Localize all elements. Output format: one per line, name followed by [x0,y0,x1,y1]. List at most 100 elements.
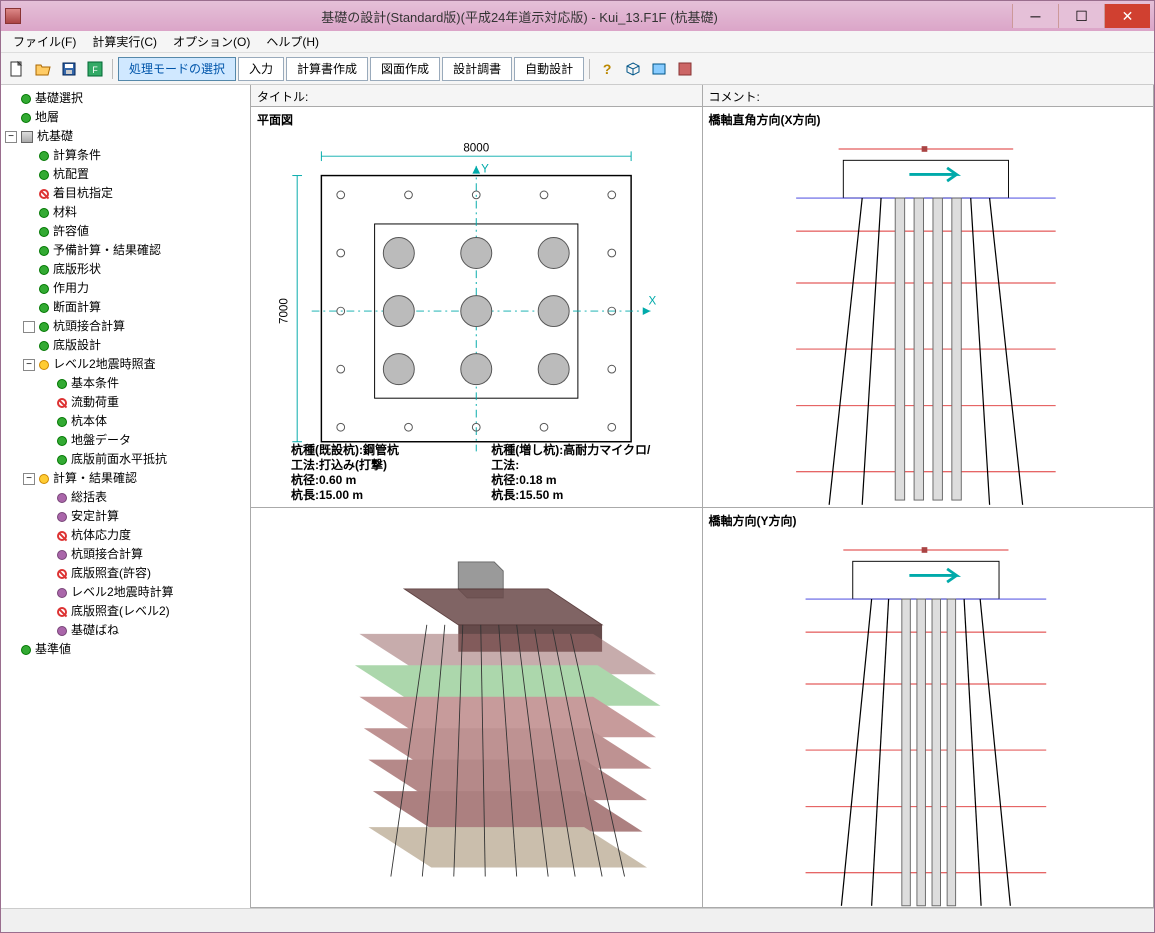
close-button[interactable]: ✕ [1104,4,1150,28]
export-icon[interactable]: F [83,57,107,81]
tree-item[interactable]: 杭本体 [41,412,246,431]
tree-item[interactable]: 作用力 [23,279,246,298]
auto-design-button[interactable]: 自動設計 [514,57,584,81]
toolbar-separator [112,59,113,79]
tree-item[interactable]: 許容値 [23,222,246,241]
side-x-title: 橋軸直角方向(X方向) [703,107,1154,132]
bullet-icon [57,550,67,560]
drawing-button[interactable]: 図面作成 [370,57,440,81]
menu-option[interactable]: オプション(O) [165,31,258,52]
svg-text:F: F [92,65,98,75]
tree-item[interactable]: 底版照査(許容) [41,564,246,583]
menu-file[interactable]: ファイル(F) [5,31,84,52]
bullet-icon [39,360,49,370]
prohibit-icon [57,531,67,541]
save-file-icon[interactable] [57,57,81,81]
open-file-icon[interactable] [31,57,55,81]
tree-item[interactable]: 材料 [23,203,246,222]
tree-item[interactable]: 杭体応力度 [41,526,246,545]
input-button[interactable]: 入力 [238,57,284,81]
report-button[interactable]: 計算書作成 [286,57,368,81]
tree-item[interactable]: 杭頭接合計算 [41,545,246,564]
view-grid: 平面図 8000 7000 Y X [251,107,1154,908]
toolbar-separator [589,59,590,79]
bullet-icon [57,417,67,427]
method-existing: 工法:打込み(打撃) [291,458,491,473]
tree-item[interactable]: 基礎選択 [5,89,246,108]
bullet-icon [39,227,49,237]
dia-added: 杭径:0.18 m [491,473,691,488]
menu-help[interactable]: ヘルプ(H) [258,31,327,52]
tree-item[interactable]: 杭頭接合計算 [23,317,246,336]
bullet-icon [57,493,67,503]
tree-panel[interactable]: 基礎選択 地層 −杭基礎 計算条件 杭配置 着目杭指定 材料 許容値 予備計算・… [1,85,251,908]
side-x-drawing [703,132,1154,508]
tree-item[interactable]: 杭配置 [23,165,246,184]
tree-item[interactable]: 着目杭指定 [23,184,246,203]
tree-item[interactable]: 断面計算 [23,298,246,317]
view-icon[interactable] [647,57,671,81]
tree-item[interactable]: 地盤データ [41,431,246,450]
tree-item[interactable]: −計算・結果確認 [23,469,246,488]
tree-item[interactable]: −レベル2地震時照査 [23,355,246,374]
cube-icon[interactable] [621,57,645,81]
view-headers: タイトル: コメント: [251,85,1154,107]
bullet-icon [57,626,67,636]
new-file-icon[interactable] [5,57,29,81]
side-y-drawing [703,533,1154,909]
bullet-icon [39,474,49,484]
tree-item[interactable]: 安定計算 [41,507,246,526]
tree-item[interactable]: 地層 [5,108,246,127]
bullet-icon [57,436,67,446]
collapse-icon[interactable]: − [23,473,35,485]
prohibit-icon [57,607,67,617]
plan-view[interactable]: 平面図 8000 7000 Y X [251,107,703,508]
tree-item[interactable]: 流動荷重 [41,393,246,412]
maximize-button[interactable]: ☐ [1058,4,1104,28]
tree-item[interactable]: 底版設計 [23,336,246,355]
nav-tree: 基礎選択 地層 −杭基礎 計算条件 杭配置 着目杭指定 材料 許容値 予備計算・… [5,89,246,659]
tree-item[interactable]: 底版形状 [23,260,246,279]
prohibit-icon [57,398,67,408]
svg-text:7000: 7000 [278,298,291,324]
tree-item[interactable]: 総括表 [41,488,246,507]
tree-item[interactable]: −杭基礎 [5,127,246,146]
bullet-icon [21,645,31,655]
menu-calc[interactable]: 計算実行(C) [84,31,165,52]
method-added: 工法: [491,458,691,473]
content-area: 基礎選択 地層 −杭基礎 計算条件 杭配置 着目杭指定 材料 許容値 予備計算・… [1,85,1154,908]
bullet-icon [39,265,49,275]
menubar: ファイル(F) 計算実行(C) オプション(O) ヘルプ(H) [1,31,1154,53]
tree-item[interactable]: レベル2地震時計算 [41,583,246,602]
bullet-icon [21,113,31,123]
app-icon [5,8,21,24]
len-added: 杭長:15.50 m [491,488,691,503]
tree-item[interactable]: 基本条件 [41,374,246,393]
bullet-icon [39,208,49,218]
tree-item[interactable]: 計算条件 [23,146,246,165]
tree-item[interactable]: 底版照査(レベル2) [41,602,246,621]
side-y-title: 橋軸方向(Y方向) [703,508,1154,533]
tree-item[interactable]: 底版前面水平抵抗 [41,450,246,469]
side-x-view[interactable]: 橋軸直角方向(X方向) [703,107,1155,508]
statusbar [1,908,1154,932]
mode-select-button[interactable]: 処理モードの選択 [118,57,236,81]
tree-item[interactable]: 基準値 [5,640,246,659]
bullet-icon [57,512,67,522]
title-label: タイトル: [251,85,703,106]
settings-icon[interactable] [673,57,697,81]
app-window: 基礎の設計(Standard版)(平成24年道示対応版) - Kui_13.F1… [0,0,1155,933]
tree-item[interactable]: 予備計算・結果確認 [23,241,246,260]
svg-text:X: X [649,294,657,307]
tree-item[interactable]: 基礎ばね [41,621,246,640]
svg-text:8000: 8000 [463,141,489,154]
collapse-icon[interactable]: − [23,359,35,371]
collapse-icon[interactable]: − [5,131,17,143]
design-report-button[interactable]: 設計調書 [442,57,512,81]
side-y-view[interactable]: 橋軸方向(Y方向) [703,508,1155,909]
bullet-icon [21,94,31,104]
len-existing: 杭長:15.00 m [291,488,491,503]
help-icon[interactable]: ? [595,57,619,81]
minimize-button[interactable]: ─ [1012,4,1058,28]
iso-view[interactable] [251,508,703,909]
